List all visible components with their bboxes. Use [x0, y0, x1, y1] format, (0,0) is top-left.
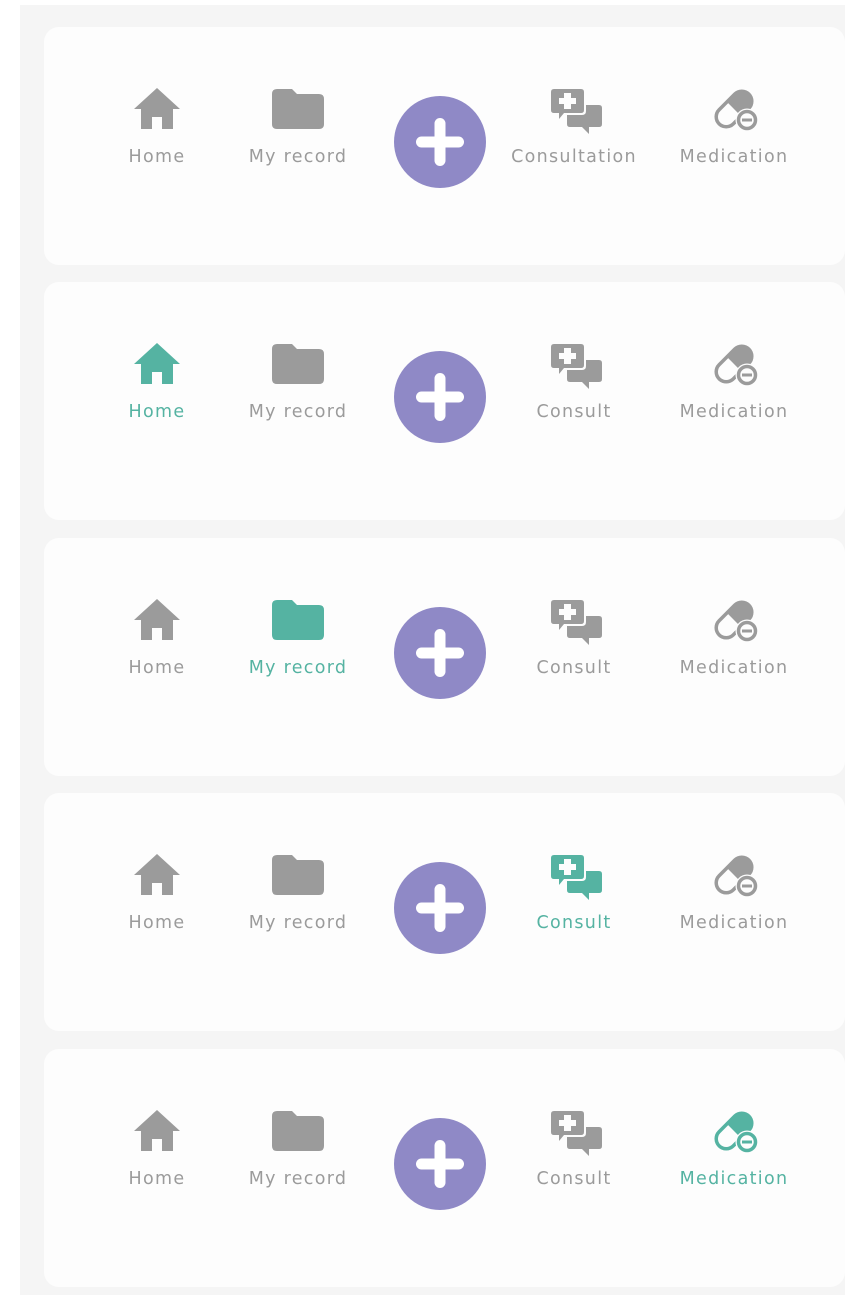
- pill-icon: [702, 83, 766, 135]
- nav-tab-record[interactable]: My record: [218, 83, 378, 183]
- nav-tab-label: Medication: [679, 658, 789, 678]
- bottom-nav-bar: Home My record Consult Medication: [44, 538, 845, 776]
- bottom-nav-bar: Home My record Consult Medication: [44, 282, 845, 520]
- nav-tab-medication[interactable]: Medication: [654, 849, 814, 949]
- nav-tab-record[interactable]: My record: [218, 1105, 378, 1205]
- nav-tab-consult[interactable]: Consult: [494, 849, 654, 949]
- nav-tab-consult[interactable]: Consult: [494, 1105, 654, 1205]
- nav-tab-label: Home: [128, 402, 186, 422]
- nav-tab-home[interactable]: Home: [77, 83, 237, 183]
- consult-chat-icon: [542, 849, 606, 901]
- nav-tab-label: My record: [248, 402, 348, 422]
- add-button[interactable]: [394, 351, 486, 443]
- nav-tab-medication[interactable]: Medication: [654, 83, 814, 183]
- nav-tab-label: Consult: [536, 1169, 612, 1189]
- pill-icon: [702, 1105, 766, 1157]
- bottom-nav-bar: Home My record Consult Medication: [44, 793, 845, 1031]
- nav-tab-label: My record: [248, 147, 348, 167]
- nav-tab-home[interactable]: Home: [77, 594, 237, 694]
- nav-tab-consult[interactable]: Consult: [494, 338, 654, 438]
- add-button[interactable]: [394, 862, 486, 954]
- nav-tab-label: Consultation: [511, 147, 637, 167]
- bottom-nav-bar: Home My record Consult Medication: [44, 1049, 845, 1287]
- bottom-nav-bar: Home My record Consultation Medication: [44, 27, 845, 265]
- nav-tab-label: Home: [128, 147, 186, 167]
- pill-icon: [702, 594, 766, 646]
- nav-tab-medication[interactable]: Medication: [654, 338, 814, 438]
- add-button[interactable]: [394, 607, 486, 699]
- folder-icon: [266, 83, 330, 135]
- navbar-variants-canvas: Home My record Consultation Medication Home M…: [20, 5, 845, 1295]
- home-icon: [125, 83, 189, 135]
- nav-tab-label: Medication: [679, 913, 789, 933]
- folder-icon: [266, 338, 330, 390]
- nav-tab-medication[interactable]: Medication: [654, 594, 814, 694]
- nav-tab-home[interactable]: Home: [77, 1105, 237, 1205]
- folder-icon: [266, 849, 330, 901]
- pill-icon: [702, 338, 766, 390]
- nav-tab-label: Medication: [679, 402, 789, 422]
- nav-tab-label: My record: [248, 913, 348, 933]
- home-icon: [125, 338, 189, 390]
- nav-tab-label: My record: [248, 1169, 348, 1189]
- home-icon: [125, 849, 189, 901]
- consult-chat-icon: [542, 338, 606, 390]
- nav-tab-home[interactable]: Home: [77, 338, 237, 438]
- folder-icon: [266, 594, 330, 646]
- nav-tab-label: Consult: [536, 913, 612, 933]
- nav-tab-label: My record: [248, 658, 348, 678]
- home-icon: [125, 594, 189, 646]
- nav-tab-record[interactable]: My record: [218, 594, 378, 694]
- nav-tab-medication[interactable]: Medication: [654, 1105, 814, 1205]
- nav-tab-home[interactable]: Home: [77, 849, 237, 949]
- nav-tab-consult[interactable]: Consult: [494, 594, 654, 694]
- add-button[interactable]: [394, 96, 486, 188]
- folder-icon: [266, 1105, 330, 1157]
- nav-tab-record[interactable]: My record: [218, 849, 378, 949]
- nav-tab-label: Consult: [536, 402, 612, 422]
- nav-tab-label: Home: [128, 1169, 186, 1189]
- home-icon: [125, 1105, 189, 1157]
- nav-tab-label: Medication: [679, 147, 789, 167]
- pill-icon: [702, 849, 766, 901]
- nav-tab-label: Medication: [679, 1169, 789, 1189]
- consult-chat-icon: [542, 594, 606, 646]
- nav-tab-consult[interactable]: Consultation: [494, 83, 654, 183]
- nav-tab-label: Consult: [536, 658, 612, 678]
- nav-tab-label: Home: [128, 658, 186, 678]
- nav-tab-label: Home: [128, 913, 186, 933]
- nav-tab-record[interactable]: My record: [218, 338, 378, 438]
- consult-chat-icon: [542, 83, 606, 135]
- consult-chat-icon: [542, 1105, 606, 1157]
- add-button[interactable]: [394, 1118, 486, 1210]
